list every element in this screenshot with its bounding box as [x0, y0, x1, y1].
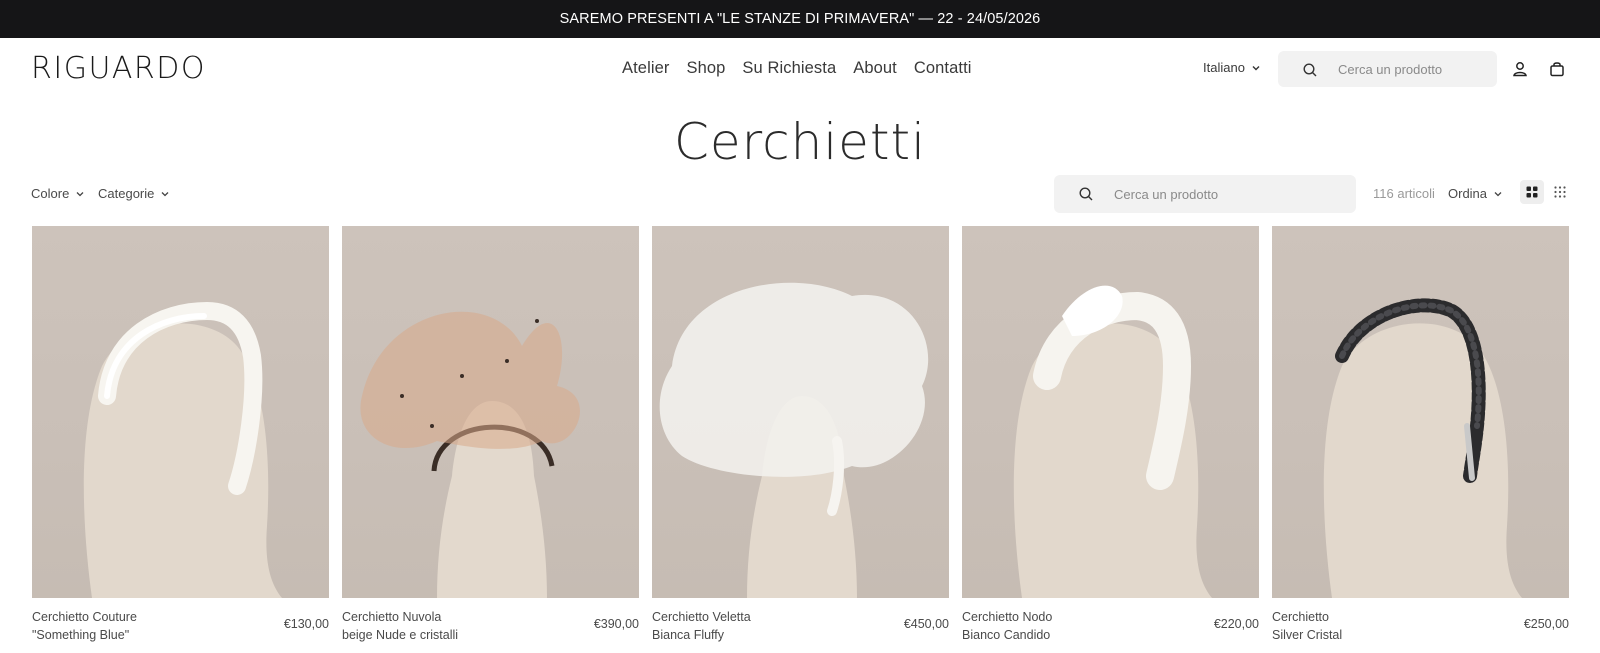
- product-search-input[interactable]: [1114, 175, 1344, 213]
- product-name-line1: Cerchietto Nodo: [962, 610, 1053, 624]
- grid-small-icon: [1554, 186, 1566, 198]
- product-card[interactable]: Cerchietto Couture "Something Blue" €130…: [32, 226, 329, 653]
- main-nav: Atelier Shop Su Richiesta About Contatti: [622, 59, 972, 78]
- logo-text: RIGUARDO: [31, 50, 206, 86]
- product-name-line1: Cerchietto Veletta: [652, 610, 751, 624]
- filter-categorie-label: Categorie: [98, 186, 155, 201]
- product-meta: Cerchietto Nodo Bianco Candido €220,00: [962, 608, 1259, 653]
- product-image[interactable]: [32, 226, 329, 598]
- product-name-line2: beige Nude e cristalli: [342, 628, 459, 642]
- product-image[interactable]: [962, 226, 1259, 598]
- header-search-input[interactable]: [1338, 51, 1488, 87]
- product-toolbar: Colore Categorie 116 articoli Ordina: [0, 175, 1600, 213]
- product-name-line2: Bianca Fluffy: [652, 628, 725, 642]
- product-name[interactable]: Cerchietto Veletta Bianca Fluffy: [652, 608, 862, 644]
- product-name-line1: Cerchietto Nuvola: [342, 610, 442, 624]
- announcement-text: SAREMO PRESENTI A "LE STANZE DI PRIMAVER…: [559, 11, 1041, 27]
- product-price: €250,00: [1523, 617, 1569, 631]
- product-price: €390,00: [593, 617, 639, 631]
- product-card[interactable]: Cerchietto Silver Cristal €250,00: [1272, 226, 1569, 653]
- item-count: 116 articoli: [1373, 186, 1435, 201]
- product-price: €450,00: [903, 617, 949, 631]
- product-name-line2: "Something Blue": [32, 628, 130, 642]
- grid-large-icon: [1526, 186, 1538, 198]
- language-selector[interactable]: Italiano: [1203, 60, 1261, 75]
- filter-colore[interactable]: Colore: [31, 186, 85, 201]
- nav-contatti[interactable]: Contatti: [914, 59, 972, 78]
- chevron-down-icon: [76, 191, 84, 196]
- nav-su-richiesta[interactable]: Su Richiesta: [742, 59, 836, 78]
- product-price: €130,00: [283, 617, 329, 631]
- site-header: RIGUARDO Atelier Shop Su Richiesta About…: [0, 38, 1600, 100]
- product-image[interactable]: [652, 226, 949, 598]
- chevron-down-icon: [1252, 65, 1260, 70]
- header-search: [1278, 51, 1497, 87]
- product-name[interactable]: Cerchietto Silver Cristal: [1272, 608, 1482, 644]
- product-image[interactable]: [342, 226, 639, 598]
- bag-icon[interactable]: [1548, 60, 1566, 78]
- product-search: [1054, 175, 1356, 213]
- nav-atelier[interactable]: Atelier: [622, 59, 669, 78]
- filter-colore-label: Colore: [31, 186, 70, 201]
- product-meta: Cerchietto Nuvola beige Nude e cristalli…: [342, 608, 639, 653]
- chevron-down-icon: [161, 191, 169, 196]
- nav-about[interactable]: About: [853, 59, 897, 78]
- product-card[interactable]: Cerchietto Nuvola beige Nude e cristalli…: [342, 226, 639, 653]
- chevron-down-icon: [1494, 191, 1502, 196]
- product-card[interactable]: Cerchietto Nodo Bianco Candido €220,00: [962, 226, 1259, 653]
- language-label: Italiano: [1203, 60, 1245, 75]
- announcement-bar: SAREMO PRESENTI A "LE STANZE DI PRIMAVER…: [0, 0, 1600, 38]
- account-icon[interactable]: [1511, 60, 1529, 78]
- sort-dropdown[interactable]: Ordina: [1448, 186, 1503, 201]
- product-name-line2: Bianco Candido: [962, 628, 1051, 642]
- product-card[interactable]: Cerchietto Veletta Bianca Fluffy €450,00: [652, 226, 949, 653]
- sort-label: Ordina: [1448, 186, 1488, 201]
- product-meta: Cerchietto Silver Cristal €250,00: [1272, 608, 1569, 653]
- grid-small-view-button[interactable]: [1548, 180, 1572, 204]
- search-icon[interactable]: [1078, 186, 1094, 202]
- logo[interactable]: RIGUARDO: [31, 50, 206, 86]
- nav-shop[interactable]: Shop: [686, 59, 725, 78]
- page-title: Cerchietti: [673, 113, 927, 171]
- product-price: €220,00: [1213, 617, 1259, 631]
- product-name[interactable]: Cerchietto Nodo Bianco Candido: [962, 608, 1172, 644]
- product-meta: Cerchietto Couture "Something Blue" €130…: [32, 608, 329, 653]
- product-name-line2: Silver Cristal: [1272, 628, 1343, 642]
- product-name[interactable]: Cerchietto Couture "Something Blue": [32, 608, 242, 644]
- product-name[interactable]: Cerchietto Nuvola beige Nude e cristalli: [342, 608, 552, 644]
- product-meta: Cerchietto Veletta Bianca Fluffy €450,00: [652, 608, 949, 653]
- search-icon[interactable]: [1302, 62, 1318, 78]
- product-name-line1: Cerchietto Couture: [32, 610, 137, 624]
- filter-categorie[interactable]: Categorie: [98, 186, 170, 201]
- product-name-line1: Cerchietto: [1272, 610, 1329, 624]
- product-image[interactable]: [1272, 226, 1569, 598]
- grid-large-view-button[interactable]: [1520, 180, 1544, 204]
